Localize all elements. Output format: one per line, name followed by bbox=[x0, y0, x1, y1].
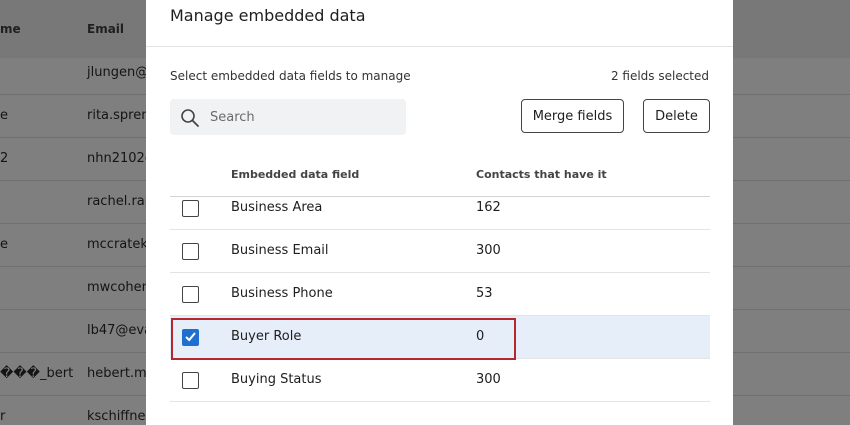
row-checkbox[interactable] bbox=[182, 372, 199, 389]
delete-button[interactable]: Delete bbox=[643, 99, 710, 133]
search-input[interactable] bbox=[210, 99, 400, 135]
row-contact-count: 53 bbox=[476, 286, 493, 301]
background-email-cell: kschiffner bbox=[87, 409, 151, 424]
search-box[interactable] bbox=[170, 99, 406, 135]
background-email-header: Email bbox=[87, 22, 125, 36]
contacts-count-header: Contacts that have it bbox=[476, 168, 607, 181]
modal-header-divider bbox=[146, 46, 733, 47]
merge-fields-button[interactable]: Merge fields bbox=[521, 99, 624, 133]
table-row[interactable]: Business Phone 53 bbox=[170, 273, 710, 316]
background-email-cell: lb47@eva bbox=[87, 323, 153, 338]
row-field-name: Business Phone bbox=[231, 286, 333, 301]
table-row[interactable]: Buying Status 300 bbox=[170, 359, 710, 402]
row-contact-count: 162 bbox=[476, 200, 501, 215]
background-name-cell: 2 bbox=[0, 151, 9, 166]
modal-title: Manage embedded data bbox=[170, 6, 366, 25]
modal-instructions: Select embedded data fields to manage bbox=[170, 69, 411, 83]
row-field-name: Business Email bbox=[231, 243, 329, 258]
background-email-cell: jlungen@ bbox=[87, 65, 149, 80]
row-checkbox[interactable] bbox=[182, 286, 199, 303]
selected-count-label: 2 fields selected bbox=[610, 69, 709, 83]
table-row[interactable]: Business Area 162 bbox=[170, 187, 710, 230]
background-name-cell: ���_bert bbox=[0, 366, 74, 381]
highlight-annotation-box bbox=[171, 318, 516, 360]
background-name-cell: r bbox=[0, 409, 6, 424]
manage-embedded-data-modal: Manage embedded data Select embedded dat… bbox=[146, 0, 733, 425]
row-checkbox[interactable] bbox=[182, 200, 199, 217]
background-email-cell: rita.spren bbox=[87, 108, 150, 123]
row-contact-count: 300 bbox=[476, 243, 501, 258]
background-name-cell: e bbox=[0, 108, 8, 123]
row-field-name: Business Area bbox=[231, 200, 323, 215]
table-row[interactable]: Business Email 300 bbox=[170, 230, 710, 273]
background-name-header: me bbox=[0, 22, 21, 36]
search-icon bbox=[181, 109, 199, 127]
row-field-name: Buying Status bbox=[231, 372, 322, 387]
background-email-cell: mwcohen bbox=[87, 280, 150, 295]
row-contact-count: 300 bbox=[476, 372, 501, 387]
row-checkbox[interactable] bbox=[182, 243, 199, 260]
background-name-cell: e bbox=[0, 237, 8, 252]
background-email-cell: rachel.ran bbox=[87, 194, 153, 209]
embedded-data-field-header: Embedded data field bbox=[231, 168, 360, 181]
